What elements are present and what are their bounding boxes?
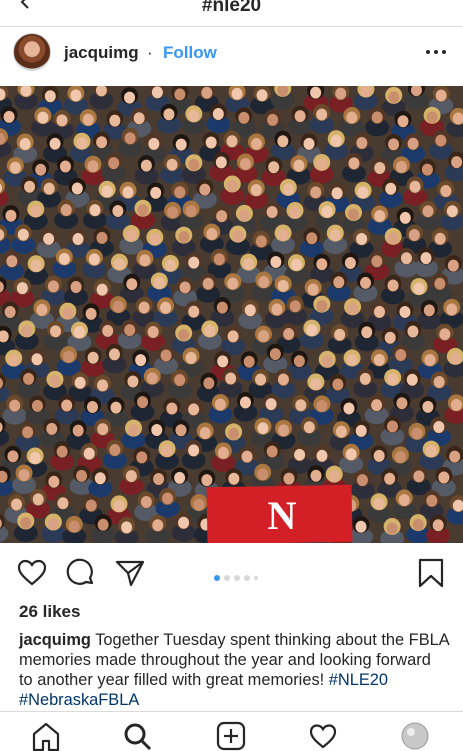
profile-avatar-icon[interactable] xyxy=(400,721,430,751)
activity-heart-icon[interactable] xyxy=(308,721,338,751)
avatar[interactable] xyxy=(13,33,51,71)
search-icon[interactable] xyxy=(122,721,152,751)
bottom-nav xyxy=(0,711,463,751)
page-title: #nle20 xyxy=(201,0,262,16)
share-icon[interactable] xyxy=(114,557,146,589)
username[interactable]: jacquimg xyxy=(64,43,139,63)
hashtag-link[interactable]: #NLE20 xyxy=(329,671,388,689)
add-post-icon[interactable] xyxy=(216,721,246,751)
caption-username[interactable]: jacquimg xyxy=(19,631,91,649)
carousel-dot xyxy=(214,574,220,581)
banner-letter: N xyxy=(268,493,297,538)
top-header: #nle20 xyxy=(0,0,463,27)
carousel-dot xyxy=(224,574,230,581)
caption: jacquimg Together Tuesday spent thinking… xyxy=(19,630,449,710)
separator-dot: · xyxy=(147,43,153,62)
likes-count[interactable]: 26 likes xyxy=(19,602,80,622)
carousel-dot xyxy=(234,574,240,581)
carousel-indicator xyxy=(214,569,262,581)
post-header: jacquimg · Follow xyxy=(0,30,463,76)
follow-button[interactable]: Follow xyxy=(163,43,217,63)
carousel-dot xyxy=(244,574,250,581)
comment-icon[interactable] xyxy=(65,557,97,589)
banner-flag: N xyxy=(206,484,353,543)
heart-icon[interactable] xyxy=(16,557,48,589)
hashtag-link[interactable]: #NebraskaFBLA xyxy=(19,691,139,709)
crowd-photo: N xyxy=(0,86,463,543)
more-horizontal-icon[interactable] xyxy=(424,42,448,62)
carousel-dot xyxy=(254,575,258,580)
bookmark-icon[interactable] xyxy=(415,557,447,589)
home-icon[interactable] xyxy=(31,721,61,751)
post-photo[interactable]: N xyxy=(0,86,463,543)
